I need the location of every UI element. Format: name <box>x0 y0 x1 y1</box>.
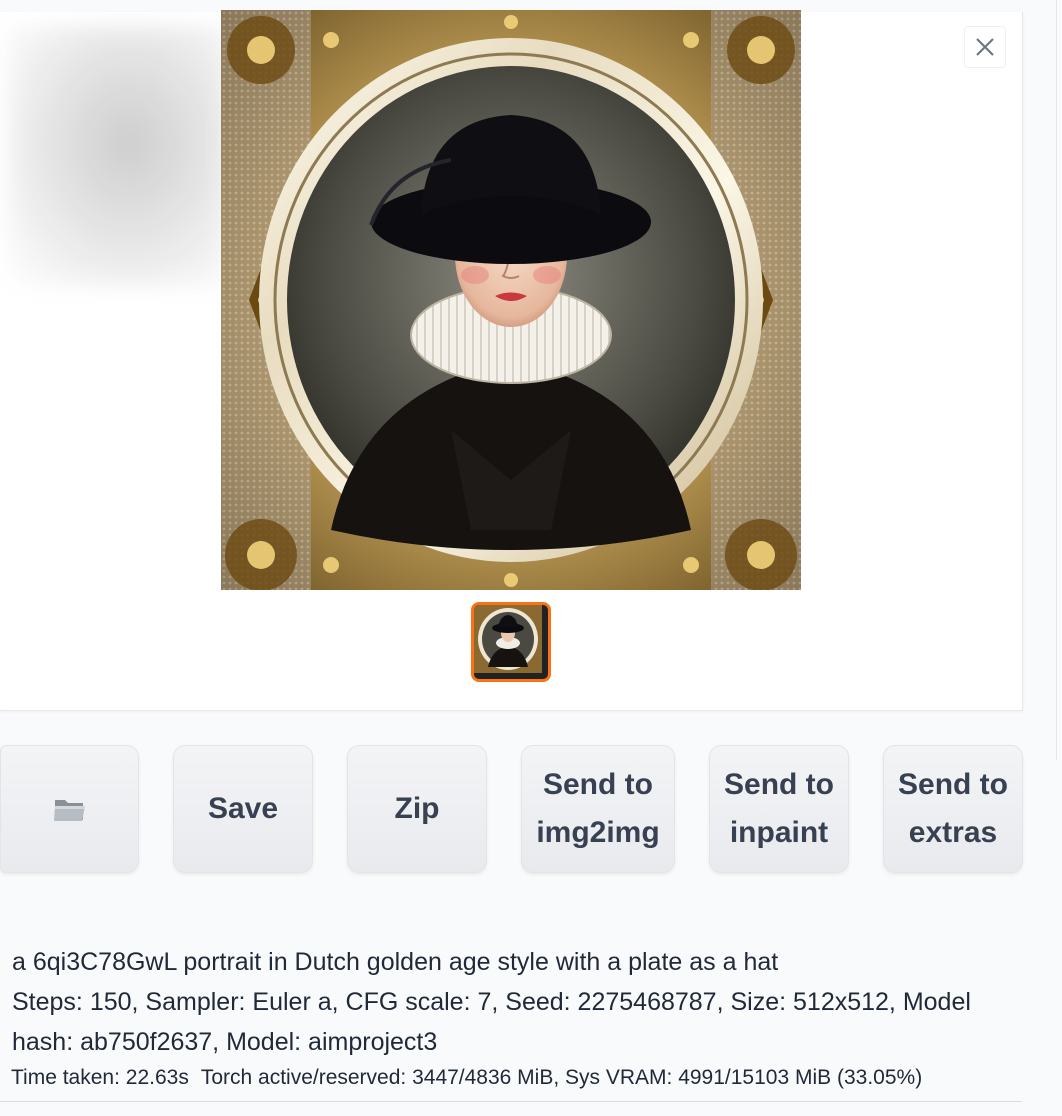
zip-button-label: Zip <box>394 792 440 825</box>
zip-button[interactable]: Zip <box>347 745 487 873</box>
performance-info: Time taken: 22.63s Torch active/reserved:… <box>11 1066 922 1090</box>
send-to-inpaint-label-line2: inpaint <box>729 816 829 849</box>
thumbnail-image <box>474 605 542 673</box>
prompt-text: a 6qi3C78GwL portrait in Dutch golden ag… <box>12 948 779 976</box>
time-taken: Time taken: 22.63s <box>11 1066 189 1089</box>
divider <box>0 1101 1022 1102</box>
send-to-img2img-button[interactable]: Send to img2img <box>521 745 675 873</box>
send-to-extras-button[interactable]: Send to extras <box>883 745 1023 873</box>
save-button-label: Save <box>207 792 279 825</box>
generation-params-line2: hash: ab750f2637, Model: aimproject3 <box>12 1028 438 1056</box>
portrait-image <box>221 10 801 590</box>
send-to-extras-label-line1: Send to <box>898 768 1008 801</box>
close-button[interactable] <box>964 26 1006 68</box>
close-icon <box>976 38 994 56</box>
generation-params-line1: Steps: 150, Sampler: Euler a, CFG scale:… <box>12 988 971 1016</box>
panel-divider <box>1056 0 1057 760</box>
send-to-img2img-label-line2: img2img <box>536 816 660 849</box>
memory-usage: Torch active/reserved: 3447/4836 MiB, Sy… <box>200 1066 923 1089</box>
folder-icon <box>53 800 85 821</box>
send-to-extras-label-line2: extras <box>908 816 998 849</box>
send-to-inpaint-button[interactable]: Send to inpaint <box>709 745 849 873</box>
send-to-img2img-label-line1: Send to <box>542 768 653 801</box>
generated-image[interactable] <box>221 10 801 590</box>
generation-info: a 6qi3C78GwL portrait in Dutch golden ag… <box>12 942 1022 1062</box>
gallery-thumbnail[interactable] <box>471 602 551 682</box>
send-to-inpaint-label-line1: Send to <box>724 768 834 801</box>
save-button[interactable]: Save <box>173 745 313 873</box>
blurred-background-preview <box>8 26 228 286</box>
open-folder-button[interactable] <box>0 745 139 873</box>
txt2img-output-panel: Save Zip Send to img2img Send to inpaint… <box>0 0 1062 1116</box>
